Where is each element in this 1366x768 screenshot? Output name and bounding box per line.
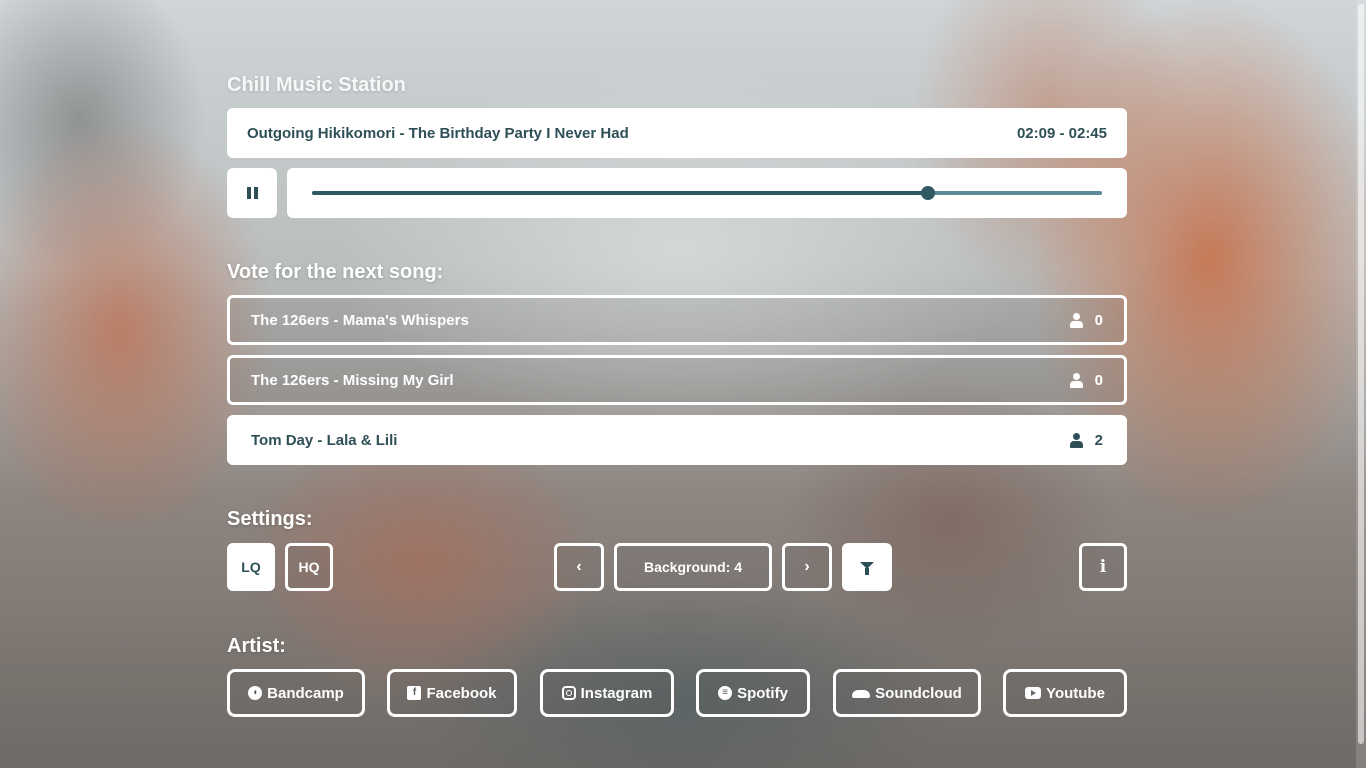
- vote-song-title: The 126ers - Mama's Whispers: [251, 311, 469, 329]
- pause-icon: [246, 187, 258, 199]
- filter-button[interactable]: [842, 543, 892, 591]
- youtube-link[interactable]: Youtube: [1003, 669, 1127, 717]
- background-next-button[interactable]: ›: [782, 543, 832, 591]
- play-pause-button[interactable]: [227, 168, 277, 218]
- instagram-link[interactable]: Instagram: [540, 669, 674, 717]
- instagram-label: Instagram: [580, 684, 653, 702]
- user-icon: [1069, 312, 1083, 328]
- page-scrollbar[interactable]: [1356, 0, 1366, 768]
- vote-count: 0: [1069, 311, 1103, 329]
- facebook-icon: f: [407, 686, 422, 700]
- hq-button[interactable]: HQ: [285, 543, 333, 591]
- now-playing-bar: Outgoing Hikikomori - The Birthday Party…: [227, 108, 1127, 158]
- artist-heading: Artist:: [227, 635, 286, 657]
- spotify-label: Spotify: [737, 684, 788, 702]
- soundcloud-label: Soundcloud: [875, 684, 962, 702]
- vote-item[interactable]: The 126ers - Missing My Girl 0: [227, 355, 1127, 405]
- background-prev-button[interactable]: ‹: [554, 543, 604, 591]
- youtube-icon: [1025, 687, 1042, 699]
- spotify-icon: ≡: [718, 686, 733, 700]
- settings-heading: Settings:: [227, 508, 313, 530]
- vote-heading: Vote for the next song:: [227, 261, 444, 283]
- user-icon: [1069, 372, 1083, 388]
- vote-count: 2: [1069, 431, 1103, 449]
- chevron-right-icon: ›: [804, 558, 810, 575]
- progress-handle[interactable]: [921, 186, 936, 200]
- station-title: Chill Music Station: [227, 74, 406, 96]
- vote-item[interactable]: Tom Day - Lala & Lili 2: [227, 415, 1127, 465]
- facebook-link[interactable]: f Facebook: [387, 669, 517, 717]
- soundcloud-icon: [852, 690, 871, 698]
- vote-song-title: Tom Day - Lala & Lili: [251, 431, 398, 449]
- instagram-icon: [561, 686, 576, 700]
- background-label-button[interactable]: Background: 4: [614, 543, 772, 591]
- vote-count-value: 0: [1094, 311, 1103, 329]
- vote-song-title: The 126ers - Missing My Girl: [251, 371, 454, 389]
- progress-fill: [312, 191, 929, 195]
- bandcamp-icon: ◖: [248, 686, 263, 700]
- bandcamp-link[interactable]: ◖ Bandcamp: [227, 669, 365, 717]
- info-button[interactable]: i: [1079, 543, 1127, 591]
- info-icon: i: [1099, 557, 1107, 577]
- progress-panel: [287, 168, 1127, 218]
- chevron-left-icon: ‹: [576, 558, 582, 575]
- progress-track[interactable]: [312, 186, 1102, 200]
- youtube-label: Youtube: [1046, 684, 1105, 702]
- bandcamp-label: Bandcamp: [267, 684, 344, 702]
- lq-button[interactable]: LQ: [227, 543, 275, 591]
- soundcloud-link[interactable]: Soundcloud: [833, 669, 981, 717]
- facebook-label: Facebook: [426, 684, 497, 702]
- scrollbar-thumb[interactable]: [1358, 4, 1364, 744]
- vote-count-value: 0: [1094, 371, 1103, 389]
- vote-item[interactable]: The 126ers - Mama's Whispers 0: [227, 295, 1127, 345]
- now-playing-title: Outgoing Hikikomori - The Birthday Party…: [247, 124, 629, 142]
- spotify-link[interactable]: ≡ Spotify: [696, 669, 810, 717]
- user-icon: [1069, 432, 1083, 448]
- vote-count-value: 2: [1094, 431, 1103, 449]
- vote-count: 0: [1069, 371, 1103, 389]
- track-time: 02:09 - 02:45: [1016, 124, 1107, 142]
- filter-icon: [860, 561, 874, 575]
